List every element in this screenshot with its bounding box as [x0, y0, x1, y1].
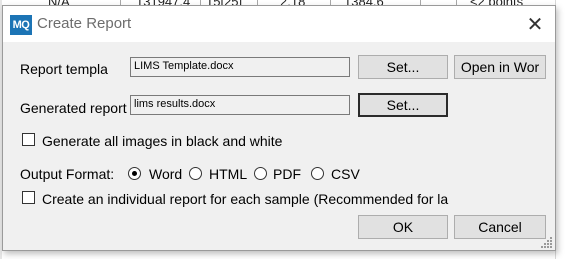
- app-logo-icon: MQ: [10, 15, 32, 35]
- radio-html[interactable]: [189, 167, 202, 180]
- report-template-field[interactable]: LIMS Template.docx: [130, 57, 350, 77]
- individual-report-checkbox[interactable]: [22, 191, 35, 204]
- bg-right-edge: [555, 0, 565, 259]
- open-in-word-button[interactable]: Open in Wor: [454, 55, 546, 79]
- black-white-label[interactable]: Generate all images in black and white: [42, 133, 282, 149]
- output-format-label: Output Format:: [20, 166, 115, 182]
- set-generated-button[interactable]: Set...: [358, 93, 448, 117]
- dialog-title: Create Report: [37, 15, 132, 32]
- resize-grip-icon[interactable]: [541, 236, 553, 248]
- generated-report-label: Generated report: [20, 100, 127, 116]
- radio-pdf[interactable]: [254, 167, 267, 180]
- set-template-button[interactable]: Set...: [358, 55, 448, 79]
- report-template-label: Report templa: [20, 61, 108, 77]
- title-bar[interactable]: MQ Create Report ✕: [3, 6, 555, 42]
- radio-csv-label[interactable]: CSV: [331, 166, 360, 182]
- generated-report-field[interactable]: lims results.docx: [130, 95, 350, 115]
- black-white-checkbox[interactable]: [22, 133, 35, 146]
- cancel-button[interactable]: Cancel: [454, 215, 546, 239]
- create-report-dialog: MQ Create Report ✕ Report templa LIMS Te…: [2, 5, 556, 251]
- radio-word-label[interactable]: Word: [149, 166, 182, 182]
- radio-word[interactable]: [128, 167, 141, 180]
- radio-csv[interactable]: [311, 167, 324, 180]
- ok-button[interactable]: OK: [358, 215, 448, 239]
- radio-html-label[interactable]: HTML: [209, 166, 247, 182]
- close-icon[interactable]: ✕: [523, 12, 547, 36]
- individual-report-label[interactable]: Create an individual report for each sam…: [42, 191, 452, 207]
- radio-pdf-label[interactable]: PDF: [273, 166, 301, 182]
